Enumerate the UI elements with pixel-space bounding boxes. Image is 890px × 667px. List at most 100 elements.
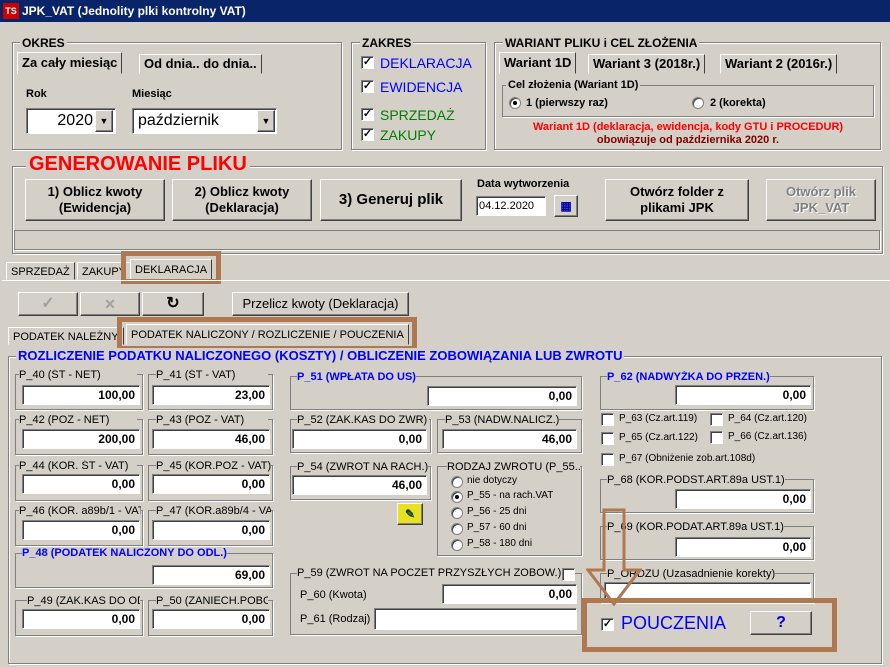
p67-checkbox[interactable] xyxy=(601,453,614,466)
pouczenia-checkbox[interactable]: ✓ xyxy=(601,618,614,631)
p68-input[interactable]: 0,00 xyxy=(675,489,811,509)
deklaracja-checkbox[interactable]: ✓ xyxy=(361,56,374,69)
cancel-button[interactable]: ✕ xyxy=(80,292,140,316)
p51-label: P_51 (WPŁATA DO US) xyxy=(297,371,416,383)
p59-label: P_59 (ZWROT NA POCZET PRZYSZŁYCH ZOBOW.) xyxy=(297,567,562,579)
p61-input[interactable] xyxy=(374,608,577,630)
p53-input[interactable]: 46,00 xyxy=(442,429,577,449)
p54-input[interactable]: 46,00 xyxy=(292,475,427,495)
calendar-icon[interactable]: ▦ xyxy=(554,195,578,217)
divider xyxy=(2,280,890,281)
cel-radio-1-label: 1 (pierwszy raz) xyxy=(526,97,608,109)
ewidencja-label: EWIDENCJA xyxy=(380,79,463,95)
tab-wariant-1d[interactable]: Wariant 1D xyxy=(499,52,577,74)
rodzaj-radio-3-label: P_56 - 25 dni xyxy=(467,506,527,517)
wariant-note-1: Wariant 1D (deklaracja, ewidencja, kody … xyxy=(532,121,844,133)
p43-input[interactable]: 46,00 xyxy=(152,429,270,449)
p48-input[interactable]: 69,00 xyxy=(152,565,270,585)
data-label: Data wytworzenia xyxy=(477,178,570,190)
p52-input[interactable]: 0,00 xyxy=(292,429,427,449)
wariant-title: WARIANT PLIKU i CEL ZŁOŻENIA xyxy=(503,36,700,50)
p49-label: P_49 (ZAK.KAS DO ODL.) xyxy=(27,595,140,607)
zakres-title: ZAKRES xyxy=(360,36,414,50)
rodzaj-radio-4-label: P_57 - 60 dni xyxy=(467,522,527,533)
refresh-icon[interactable]: ↻ xyxy=(142,292,204,316)
rodzaj-radio-5[interactable] xyxy=(451,539,463,551)
p47-label: P_47 (KOR.a89b/4 - VAT) xyxy=(156,505,271,517)
section-title: ROZLICZENIE PODATKU NALICZONEGO (KOSZTY)… xyxy=(16,348,625,363)
p65-checkbox[interactable] xyxy=(601,432,614,445)
p59-checkbox[interactable] xyxy=(562,568,575,581)
p50-input[interactable]: 0,00 xyxy=(152,609,270,629)
rodzaj-radio-2[interactable] xyxy=(451,491,463,503)
tab-podatek-nalezny[interactable]: PODATEK NALEŻNY xyxy=(8,327,124,345)
miesiac-select[interactable]: październik xyxy=(132,108,277,134)
tab-od-do[interactable]: Od dnia.. do dnia.. xyxy=(139,54,262,74)
tab-wariant-3[interactable]: Wariant 3 (2018r.) xyxy=(588,54,706,74)
p60-input[interactable]: 0,00 xyxy=(442,584,577,604)
miesiac-label: Miesiąc xyxy=(132,88,172,100)
annotation-arrow-icon xyxy=(586,508,642,607)
otworz-plik-button[interactable]: Otwórz plik JPK_VAT xyxy=(766,179,876,221)
ewidencja-checkbox[interactable]: ✓ xyxy=(361,80,374,93)
rok-label: Rok xyxy=(26,88,47,100)
app-icon: TS xyxy=(3,3,19,19)
tab-wariant-2[interactable]: Wariant 2 (2016r.) xyxy=(720,54,838,74)
deklaracja-label: DEKLARACJA xyxy=(380,55,472,71)
data-input[interactable]: 04.12.2020 xyxy=(476,196,546,216)
chevron-down-icon[interactable]: ▼ xyxy=(95,110,113,132)
rodzaj-radio-4[interactable] xyxy=(451,523,463,535)
tab-sprzedaz[interactable]: SPRZEDAŻ xyxy=(6,262,75,280)
tab-caly-miesiac[interactable]: Za cały miesiąc xyxy=(17,52,123,74)
p42-input[interactable]: 200,00 xyxy=(22,429,140,449)
wariant-note-2: obowiązuje od października 2020 r. xyxy=(596,134,780,146)
p48-label: P_48 (PODATEK NALICZONY DO ODL.) xyxy=(22,547,227,559)
p65-label: P_65 (Cz.art.122) xyxy=(619,432,698,443)
cel-radio-2[interactable] xyxy=(692,97,704,109)
p64-label: P_64 (Cz.art.120) xyxy=(728,413,807,424)
p62-label: P_62 (NADWYŻKA DO PRZEN.) xyxy=(607,371,770,383)
p46-input[interactable]: 0,00 xyxy=(22,520,140,540)
p63-label: P_63 (Cz.art.119) xyxy=(619,413,698,424)
cel-title: Cel złożenia (Wariant 1D) xyxy=(506,79,641,91)
p62-input[interactable]: 0,00 xyxy=(675,385,811,405)
oblicz-deklaracja-button[interactable]: 2) Oblicz kwoty (Deklaracja) xyxy=(172,179,312,221)
sprzedaz-checkbox[interactable]: ✓ xyxy=(361,108,374,121)
okres-title: OKRES xyxy=(20,36,67,50)
help-button[interactable]: ? xyxy=(750,611,812,635)
p52-label: P_52 (ZAK.KAS DO ZWR) xyxy=(297,414,429,426)
p40-input[interactable]: 100,00 xyxy=(22,385,140,405)
p51-input[interactable]: 0,00 xyxy=(427,386,577,406)
p64-checkbox[interactable] xyxy=(710,413,723,426)
cel-radio-1[interactable] xyxy=(509,97,521,109)
p45-input[interactable]: 0,00 xyxy=(152,474,270,494)
otworz-folder-button[interactable]: Otwórz folder z plikami JPK xyxy=(605,179,749,221)
rodzaj-radio-5-label: P_58 - 180 dni xyxy=(467,538,533,549)
rodzaj-title: RODZAJ ZWROTU (P_55...) xyxy=(447,461,580,473)
p66-checkbox[interactable] xyxy=(710,431,723,444)
zakupy-label: ZAKUPY xyxy=(380,127,437,143)
p68-label: P_68 (KOR.PODST.ART.89a UST.1) xyxy=(607,474,785,486)
p44-input[interactable]: 0,00 xyxy=(22,474,140,494)
p43-label: P_43 (POZ - VAT) xyxy=(156,414,268,426)
rodzaj-radio-3[interactable] xyxy=(451,507,463,519)
p42-label: P_42 (POZ - NET) xyxy=(19,414,137,426)
chevron-down-icon[interactable]: ▼ xyxy=(257,110,275,132)
rodzaj-radio-1[interactable] xyxy=(451,476,463,488)
przelicz-button[interactable]: Przelicz kwoty (Deklaracja) xyxy=(232,292,409,316)
zakupy-checkbox[interactable]: ✓ xyxy=(361,128,374,141)
generowanie-title: GENEROWANIE PLIKU xyxy=(26,153,250,176)
p41-input[interactable]: 23,00 xyxy=(152,385,270,405)
confirm-button[interactable]: ✓ xyxy=(18,292,78,316)
oblicz-ewidencja-button[interactable]: 1) Oblicz kwoty (Ewidencja) xyxy=(25,179,165,221)
p47-input[interactable]: 0,00 xyxy=(152,520,270,540)
rodzaj-radio-2-label: P_55 - na rach.VAT xyxy=(467,490,554,501)
highlight-naliczony xyxy=(117,317,417,351)
p40-label: P_40 (ŚT - NET) xyxy=(19,369,137,381)
p49-input[interactable]: 0,00 xyxy=(22,609,140,629)
rodzaj-radio-1-label: nie dotyczy xyxy=(467,475,518,486)
p69-input[interactable]: 0,00 xyxy=(675,537,811,557)
p63-checkbox[interactable] xyxy=(601,413,614,426)
generuj-plik-button[interactable]: 3) Generuj plik xyxy=(320,179,462,221)
help-lookup-icon[interactable]: ✎ xyxy=(397,503,423,525)
